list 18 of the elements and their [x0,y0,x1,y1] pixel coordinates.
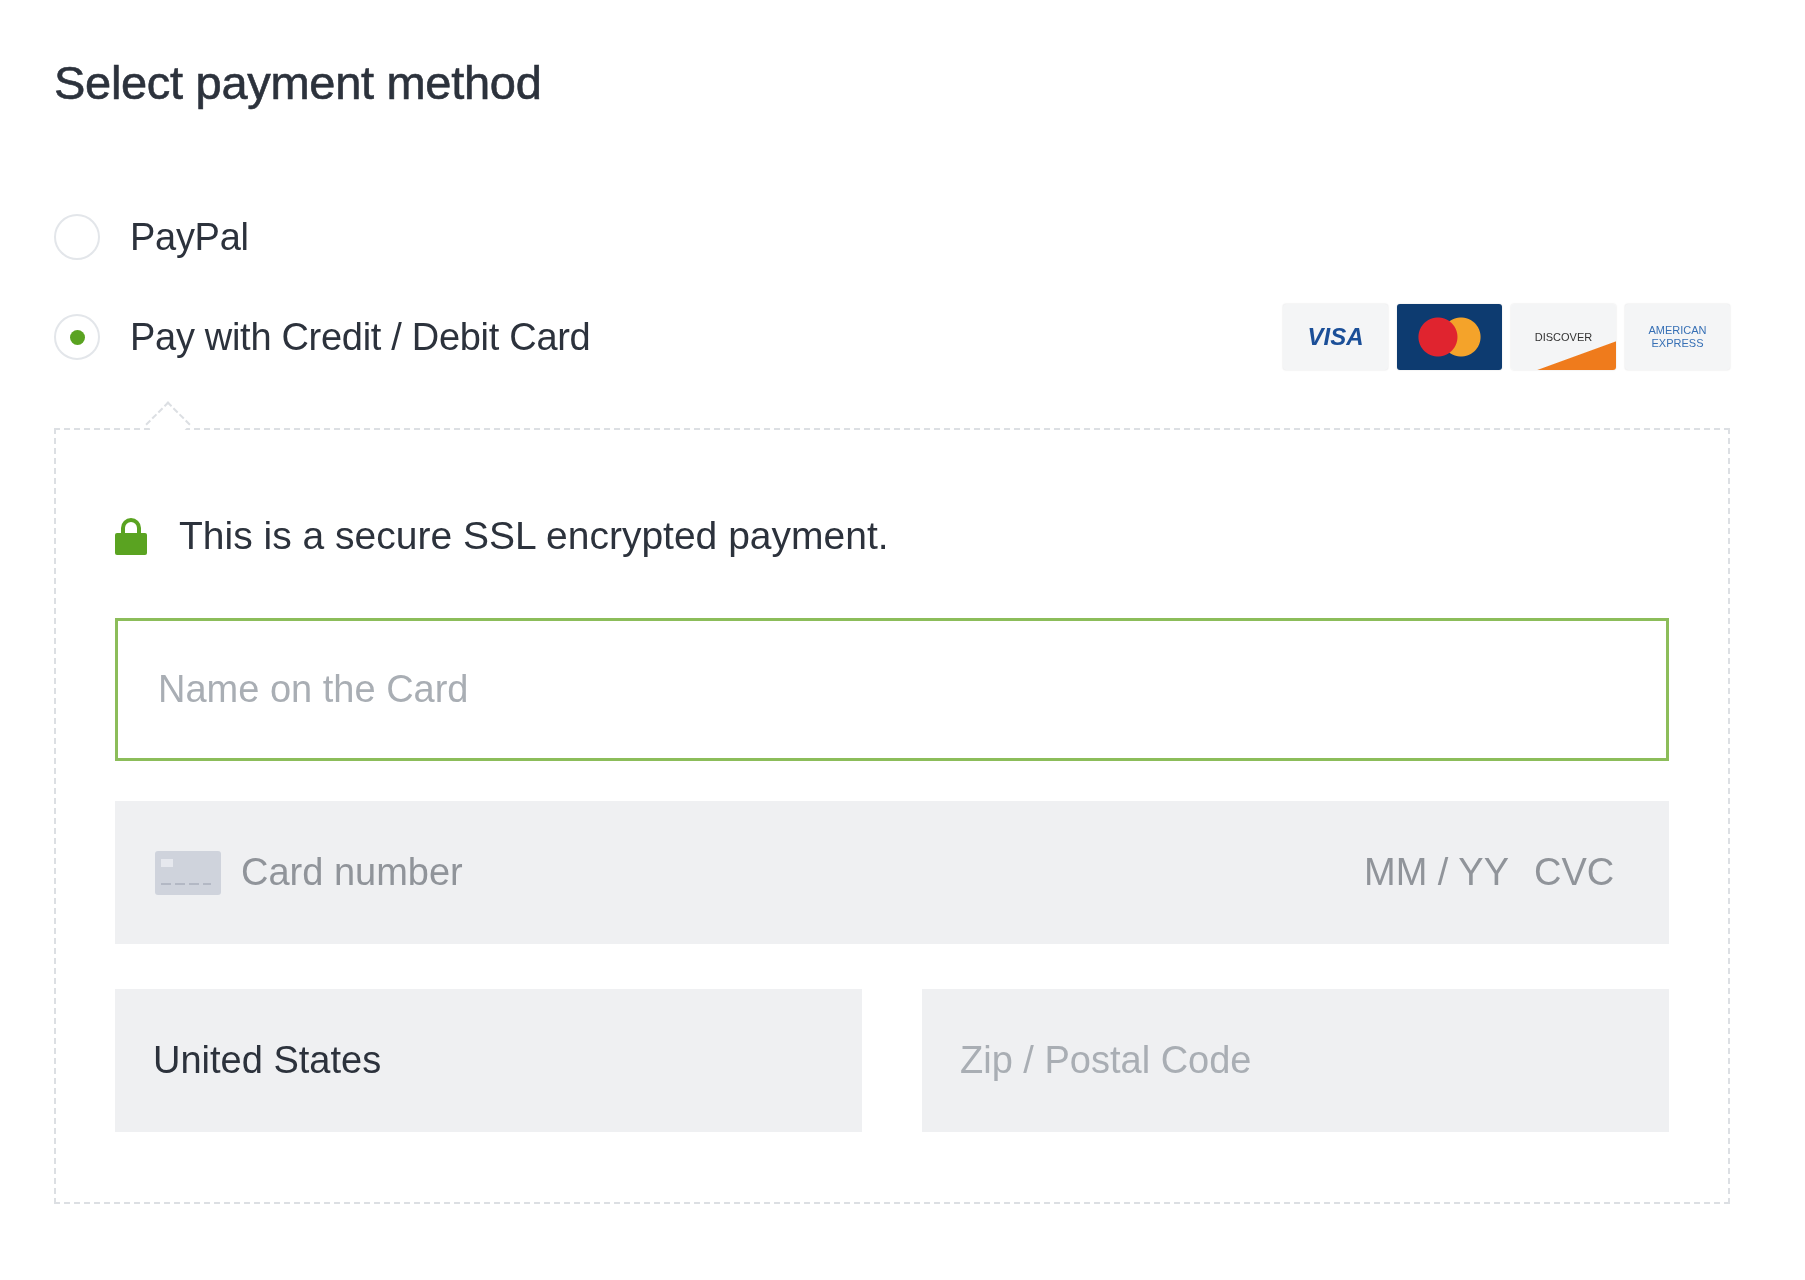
lock-icon [115,517,147,555]
credit-card-icon [155,850,221,895]
radio-button[interactable] [54,214,100,260]
card-number-input[interactable]: Card number [241,842,1344,903]
page-title: Select payment method [54,55,543,111]
zip-field[interactable]: Zip / Postal Code [922,989,1669,1132]
name-input[interactable]: Name on the Card [115,618,1669,761]
card-details-field[interactable]: Card number MM / YY CVC [115,801,1669,944]
radio-label[interactable]: PayPal [130,215,249,259]
expiry-input[interactable]: MM / YY [1364,842,1514,903]
cvc-input[interactable]: CVC [1534,842,1629,903]
secure-payment-note: This is a secure SSL encrypted payment. [179,514,889,558]
country-field[interactable]: United States [115,989,862,1132]
card-logo: AMERICAN EXPRESS [1625,304,1730,370]
radio-label[interactable]: Pay with Credit / Debit Card [130,315,591,359]
card-logo: VISA [1283,304,1388,370]
card-logo: DISCOVER [1511,304,1616,370]
radio-button[interactable] [54,314,100,360]
